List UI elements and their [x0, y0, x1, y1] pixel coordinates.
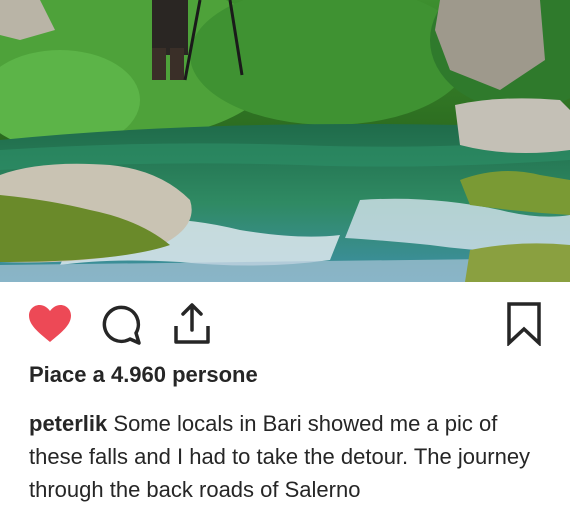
heart-filled-icon[interactable]	[28, 304, 72, 344]
post-photo[interactable]	[0, 0, 570, 282]
share-icon[interactable]	[172, 302, 212, 346]
likes-count[interactable]: Piace a 4.960 persone	[29, 362, 258, 388]
post-actions-bar	[0, 282, 570, 364]
comment-icon[interactable]	[100, 304, 142, 346]
post-caption: peterlik Some locals in Bari showed me a…	[29, 407, 549, 506]
caption-username[interactable]: peterlik	[29, 411, 107, 436]
bookmark-icon[interactable]	[507, 302, 541, 346]
